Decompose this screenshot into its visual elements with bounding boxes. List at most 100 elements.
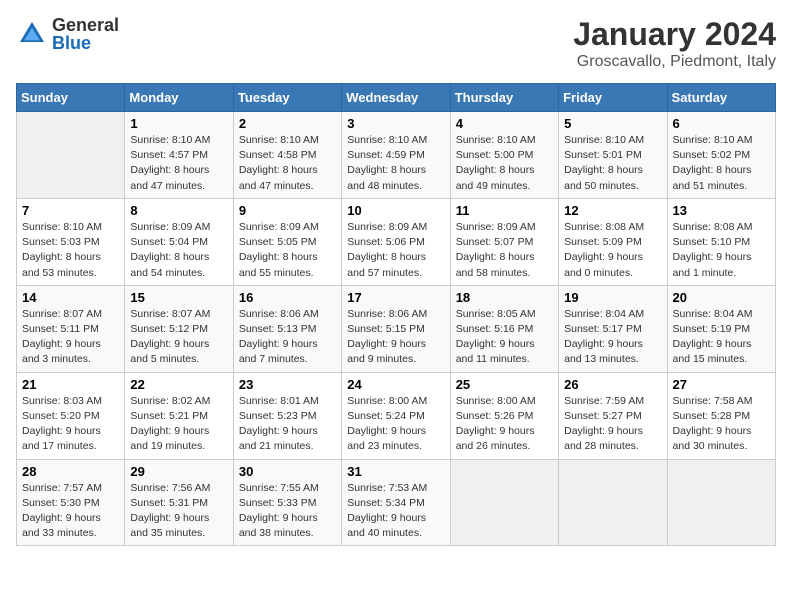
day-number: 24 [347, 377, 444, 392]
daylight: Daylight: 8 hours and 47 minutes. [130, 164, 209, 191]
sunrise: Sunrise: 8:09 AM [456, 221, 536, 233]
day-info: Sunrise: 7:58 AM Sunset: 5:28 PM Dayligh… [673, 394, 770, 455]
sunset: Sunset: 5:00 PM [456, 149, 534, 161]
daylight: Daylight: 8 hours and 51 minutes. [673, 164, 752, 191]
daylight: Daylight: 8 hours and 48 minutes. [347, 164, 426, 191]
logo-general: General [52, 16, 119, 34]
sunrise: Sunrise: 8:10 AM [22, 221, 102, 233]
daylight: Daylight: 9 hours and 38 minutes. [239, 512, 318, 539]
day-number: 7 [22, 203, 119, 218]
calendar-cell: 30 Sunrise: 7:55 AM Sunset: 5:33 PM Dayl… [233, 459, 341, 546]
sunset: Sunset: 5:16 PM [456, 323, 534, 335]
day-info: Sunrise: 8:08 AM Sunset: 5:10 PM Dayligh… [673, 220, 770, 281]
daylight: Daylight: 9 hours and 33 minutes. [22, 512, 101, 539]
calendar-cell: 23 Sunrise: 8:01 AM Sunset: 5:23 PM Dayl… [233, 372, 341, 459]
calendar-cell: 19 Sunrise: 8:04 AM Sunset: 5:17 PM Dayl… [559, 285, 667, 372]
day-number: 2 [239, 116, 336, 131]
day-number: 29 [130, 464, 227, 479]
sunrise: Sunrise: 7:53 AM [347, 482, 427, 494]
sunrise: Sunrise: 8:09 AM [130, 221, 210, 233]
day-info: Sunrise: 8:00 AM Sunset: 5:26 PM Dayligh… [456, 394, 553, 455]
sunset: Sunset: 5:26 PM [456, 410, 534, 422]
sunrise: Sunrise: 8:10 AM [130, 134, 210, 146]
calendar-cell: 6 Sunrise: 8:10 AM Sunset: 5:02 PM Dayli… [667, 112, 775, 199]
calendar-cell: 21 Sunrise: 8:03 AM Sunset: 5:20 PM Dayl… [17, 372, 125, 459]
daylight: Daylight: 9 hours and 30 minutes. [673, 425, 752, 452]
weekday-header-row: SundayMondayTuesdayWednesdayThursdayFrid… [17, 84, 776, 112]
day-number: 9 [239, 203, 336, 218]
day-info: Sunrise: 8:10 AM Sunset: 5:01 PM Dayligh… [564, 133, 661, 194]
sunset: Sunset: 5:02 PM [673, 149, 751, 161]
logo-blue: Blue [52, 34, 119, 52]
daylight: Daylight: 9 hours and 5 minutes. [130, 338, 209, 365]
calendar-cell: 18 Sunrise: 8:05 AM Sunset: 5:16 PM Dayl… [450, 285, 558, 372]
day-number: 27 [673, 377, 770, 392]
sunset: Sunset: 5:21 PM [130, 410, 208, 422]
day-info: Sunrise: 8:09 AM Sunset: 5:04 PM Dayligh… [130, 220, 227, 281]
calendar-cell: 29 Sunrise: 7:56 AM Sunset: 5:31 PM Dayl… [125, 459, 233, 546]
day-info: Sunrise: 8:09 AM Sunset: 5:06 PM Dayligh… [347, 220, 444, 281]
daylight: Daylight: 9 hours and 35 minutes. [130, 512, 209, 539]
day-number: 28 [22, 464, 119, 479]
sunset: Sunset: 5:33 PM [239, 497, 317, 509]
sunset: Sunset: 5:11 PM [22, 323, 99, 335]
sunrise: Sunrise: 8:09 AM [239, 221, 319, 233]
day-info: Sunrise: 8:00 AM Sunset: 5:24 PM Dayligh… [347, 394, 444, 455]
calendar-cell [17, 112, 125, 199]
calendar-cell: 16 Sunrise: 8:06 AM Sunset: 5:13 PM Dayl… [233, 285, 341, 372]
day-info: Sunrise: 8:07 AM Sunset: 5:12 PM Dayligh… [130, 307, 227, 368]
sunrise: Sunrise: 8:08 AM [564, 221, 644, 233]
sunrise: Sunrise: 8:00 AM [456, 395, 536, 407]
daylight: Daylight: 9 hours and 7 minutes. [239, 338, 318, 365]
daylight: Daylight: 9 hours and 26 minutes. [456, 425, 535, 452]
sunset: Sunset: 4:58 PM [239, 149, 317, 161]
day-number: 30 [239, 464, 336, 479]
daylight: Daylight: 9 hours and 28 minutes. [564, 425, 643, 452]
sunset: Sunset: 4:59 PM [347, 149, 425, 161]
page-header: General Blue January 2024 Groscavallo, P… [16, 16, 776, 71]
day-info: Sunrise: 8:10 AM Sunset: 4:58 PM Dayligh… [239, 133, 336, 194]
day-info: Sunrise: 8:08 AM Sunset: 5:09 PM Dayligh… [564, 220, 661, 281]
sunset: Sunset: 5:12 PM [130, 323, 208, 335]
day-number: 26 [564, 377, 661, 392]
daylight: Daylight: 9 hours and 3 minutes. [22, 338, 101, 365]
sunrise: Sunrise: 8:10 AM [673, 134, 753, 146]
calendar-cell: 13 Sunrise: 8:08 AM Sunset: 5:10 PM Dayl… [667, 198, 775, 285]
calendar-cell: 27 Sunrise: 7:58 AM Sunset: 5:28 PM Dayl… [667, 372, 775, 459]
day-info: Sunrise: 8:04 AM Sunset: 5:17 PM Dayligh… [564, 307, 661, 368]
day-number: 6 [673, 116, 770, 131]
calendar-cell: 22 Sunrise: 8:02 AM Sunset: 5:21 PM Dayl… [125, 372, 233, 459]
sunset: Sunset: 5:03 PM [22, 236, 100, 248]
location-title: Groscavallo, Piedmont, Italy [573, 53, 776, 71]
calendar-cell: 4 Sunrise: 8:10 AM Sunset: 5:00 PM Dayli… [450, 112, 558, 199]
daylight: Daylight: 9 hours and 15 minutes. [673, 338, 752, 365]
day-number: 11 [456, 203, 553, 218]
calendar-cell: 26 Sunrise: 7:59 AM Sunset: 5:27 PM Dayl… [559, 372, 667, 459]
sunrise: Sunrise: 8:03 AM [22, 395, 102, 407]
daylight: Daylight: 8 hours and 47 minutes. [239, 164, 318, 191]
sunrise: Sunrise: 8:10 AM [456, 134, 536, 146]
weekday-header: Tuesday [233, 84, 341, 112]
daylight: Daylight: 8 hours and 58 minutes. [456, 251, 535, 278]
day-number: 16 [239, 290, 336, 305]
sunrise: Sunrise: 8:04 AM [564, 308, 644, 320]
day-info: Sunrise: 8:10 AM Sunset: 4:57 PM Dayligh… [130, 133, 227, 194]
daylight: Daylight: 9 hours and 19 minutes. [130, 425, 209, 452]
sunrise: Sunrise: 7:57 AM [22, 482, 102, 494]
daylight: Daylight: 9 hours and 17 minutes. [22, 425, 101, 452]
day-info: Sunrise: 8:10 AM Sunset: 5:02 PM Dayligh… [673, 133, 770, 194]
day-number: 18 [456, 290, 553, 305]
calendar-cell: 24 Sunrise: 8:00 AM Sunset: 5:24 PM Dayl… [342, 372, 450, 459]
calendar-week-row: 7 Sunrise: 8:10 AM Sunset: 5:03 PM Dayli… [17, 198, 776, 285]
calendar-table: SundayMondayTuesdayWednesdayThursdayFrid… [16, 83, 776, 546]
calendar-cell: 14 Sunrise: 8:07 AM Sunset: 5:11 PM Dayl… [17, 285, 125, 372]
title-section: January 2024 Groscavallo, Piedmont, Ital… [573, 16, 776, 71]
day-info: Sunrise: 8:10 AM Sunset: 4:59 PM Dayligh… [347, 133, 444, 194]
logo-icon [16, 18, 48, 50]
day-number: 10 [347, 203, 444, 218]
day-info: Sunrise: 8:04 AM Sunset: 5:19 PM Dayligh… [673, 307, 770, 368]
day-number: 23 [239, 377, 336, 392]
sunrise: Sunrise: 8:10 AM [564, 134, 644, 146]
sunset: Sunset: 5:24 PM [347, 410, 425, 422]
calendar-cell: 15 Sunrise: 8:07 AM Sunset: 5:12 PM Dayl… [125, 285, 233, 372]
